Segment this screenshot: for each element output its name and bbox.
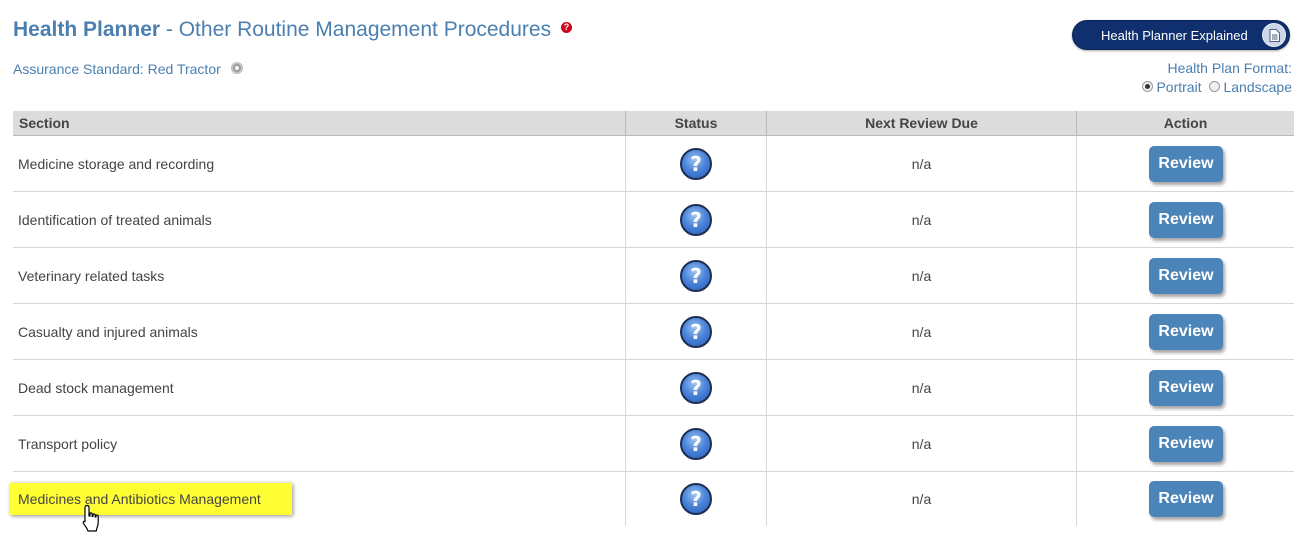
health-plan-format: Health Plan Format: Portrait Landscape (1138, 60, 1292, 95)
section-name: Dead stock management (13, 359, 626, 416)
review-button[interactable]: Review (1149, 369, 1223, 406)
format-option-portrait-label: Portrait (1156, 79, 1202, 95)
format-option-landscape-label: Landscape (1223, 79, 1292, 95)
section-name: Veterinary related tasks (13, 247, 626, 304)
health-planner-explained-button[interactable]: Health Planner Explained (1072, 20, 1290, 50)
review-button[interactable]: Review (1149, 145, 1223, 182)
document-icon (1262, 23, 1286, 47)
review-button[interactable]: Review (1149, 201, 1223, 238)
review-button[interactable]: Review (1149, 257, 1223, 294)
table-row: Transport policy ? n/a Review (13, 415, 1294, 472)
column-header-action: Action (1076, 111, 1294, 136)
gear-icon[interactable] (230, 62, 243, 74)
next-review-due: n/a (766, 247, 1077, 304)
table-row: Casualty and injured animals ? n/a Revie… (13, 303, 1294, 360)
next-review-due: n/a (766, 303, 1077, 360)
format-options: Portrait Landscape (1138, 79, 1292, 95)
status-cell: ? (625, 471, 767, 526)
section-name: Casualty and injured animals (13, 303, 626, 360)
assurance-standard-label: Assurance Standard: Red Tractor (13, 61, 221, 77)
format-option-portrait[interactable]: Portrait (1142, 79, 1202, 95)
next-review-due: n/a (766, 135, 1077, 192)
table-row: Dead stock management ? n/a Review (13, 359, 1294, 416)
radio-unchecked-icon[interactable] (1209, 81, 1221, 92)
action-cell: Review (1076, 191, 1294, 248)
help-icon[interactable]: ? (560, 22, 572, 33)
table-header-row: Section Status Next Review Due Action (13, 111, 1294, 136)
question-icon[interactable]: ? (680, 259, 712, 292)
status-cell: ? (625, 415, 767, 472)
action-cell: Review (1076, 303, 1294, 360)
page-title: Health Planner - Other Routine Managemen… (13, 15, 572, 45)
status-cell: ? (625, 303, 767, 360)
question-icon[interactable]: ? (680, 203, 712, 236)
health-plan-format-label: Health Plan Format: (1167, 60, 1293, 76)
question-icon[interactable]: ? (680, 483, 712, 515)
table-row: Medicine storage and recording ? n/a Rev… (13, 135, 1294, 192)
column-header-next-review-due: Next Review Due (766, 111, 1077, 136)
status-cell: ? (625, 247, 767, 304)
status-cell: ? (625, 359, 767, 416)
format-option-landscape[interactable]: Landscape (1209, 79, 1292, 95)
question-icon[interactable]: ? (680, 147, 712, 180)
action-cell: Review (1076, 247, 1294, 304)
next-review-due: n/a (766, 191, 1077, 248)
section-name: Transport policy (13, 415, 626, 472)
health-planner-explained-label: Health Planner Explained (1101, 28, 1248, 43)
sections-table: Section Status Next Review Due Action Me… (10, 111, 1295, 527)
action-cell: Review (1076, 415, 1294, 472)
column-header-status: Status (625, 111, 767, 136)
table-row: Medicines and Antibiotics Management ? n… (10, 471, 1295, 527)
status-cell: ? (625, 191, 767, 248)
next-review-due: n/a (766, 471, 1077, 526)
column-header-section: Section (13, 111, 626, 136)
table-row: Identification of treated animals ? n/a … (13, 191, 1294, 248)
next-review-due: n/a (766, 415, 1077, 472)
next-review-due: n/a (766, 359, 1077, 416)
question-icon[interactable]: ? (680, 315, 712, 348)
hand-cursor-icon (82, 504, 99, 532)
review-button[interactable]: Review (1149, 481, 1223, 517)
section-name: Identification of treated animals (13, 191, 626, 248)
page-title-strong: Health Planner (13, 18, 161, 41)
highlighted-section-name[interactable]: Medicines and Antibiotics Management (10, 483, 292, 515)
page-title-rest: - Other Routine Management Procedures (165, 18, 552, 41)
table-row: Veterinary related tasks ? n/a Review (13, 247, 1294, 304)
question-icon[interactable]: ? (680, 371, 712, 404)
action-cell: Review (1077, 472, 1295, 527)
review-button[interactable]: Review (1149, 313, 1223, 350)
question-icon[interactable]: ? (680, 427, 712, 460)
section-name: Medicine storage and recording (13, 135, 626, 192)
radio-checked-icon[interactable] (1142, 81, 1154, 92)
page-header: Health Planner - Other Routine Managemen… (13, 15, 572, 45)
action-cell: Review (1076, 359, 1294, 416)
assurance-standard: Assurance Standard: Red Tractor (13, 61, 243, 77)
status-cell: ? (625, 135, 767, 192)
action-cell: Review (1076, 135, 1294, 192)
review-button[interactable]: Review (1149, 425, 1223, 462)
